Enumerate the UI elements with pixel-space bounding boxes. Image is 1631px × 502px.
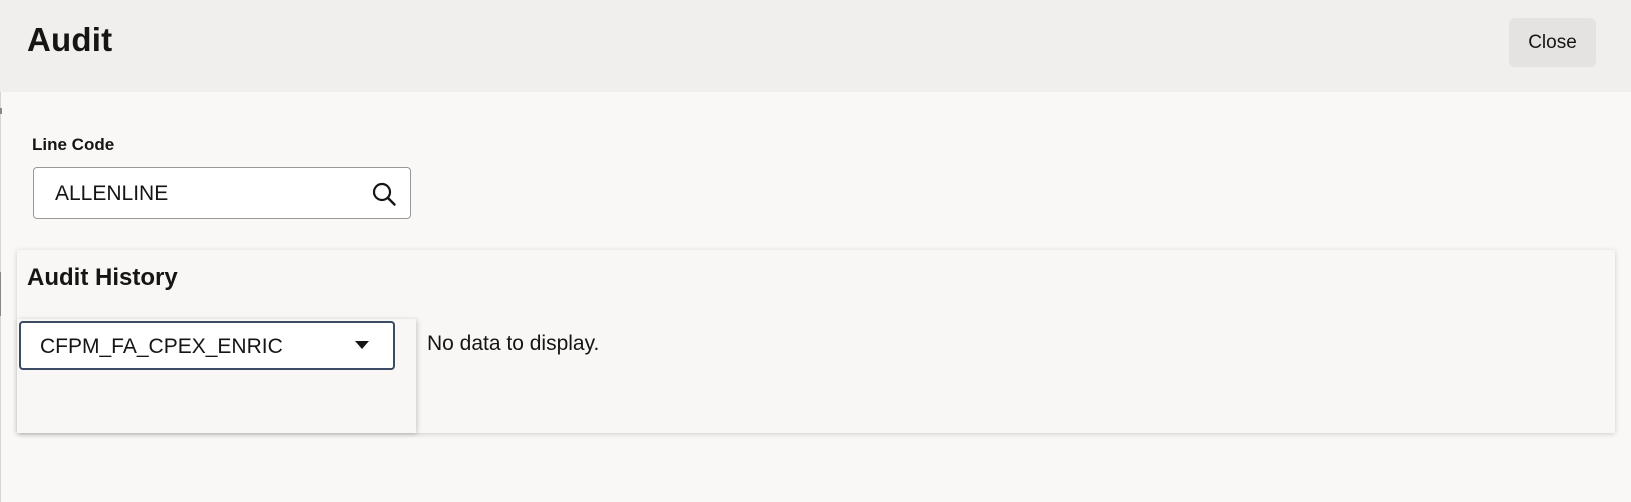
audit-history-select-value: CFPM_FA_CPEX_ENRIC (40, 335, 283, 358)
audit-history-select[interactable]: CFPM_FA_CPEX_ENRIC (19, 321, 395, 370)
edge-marker (0, 272, 1, 316)
line-code-value: ALLENLINE (55, 182, 169, 205)
no-data-message: No data to display. (427, 332, 600, 355)
page-title: Audit (27, 21, 113, 58)
audit-history-panel: Audit History CFPM_FA_CPEX_ENRIC No data… (17, 250, 1615, 433)
audit-history-selector-card: CFPM_FA_CPEX_ENRIC (17, 319, 416, 433)
chevron-down-icon[interactable] (355, 341, 369, 349)
audit-history-title: Audit History (27, 264, 178, 291)
line-code-input[interactable]: ALLENLINE (33, 167, 411, 219)
search-icon[interactable] (371, 181, 397, 207)
edge-marker (0, 108, 2, 114)
dialog-header: Audit Close (0, 0, 1631, 92)
close-button[interactable]: Close (1509, 18, 1596, 67)
line-code-label: Line Code (32, 135, 115, 154)
